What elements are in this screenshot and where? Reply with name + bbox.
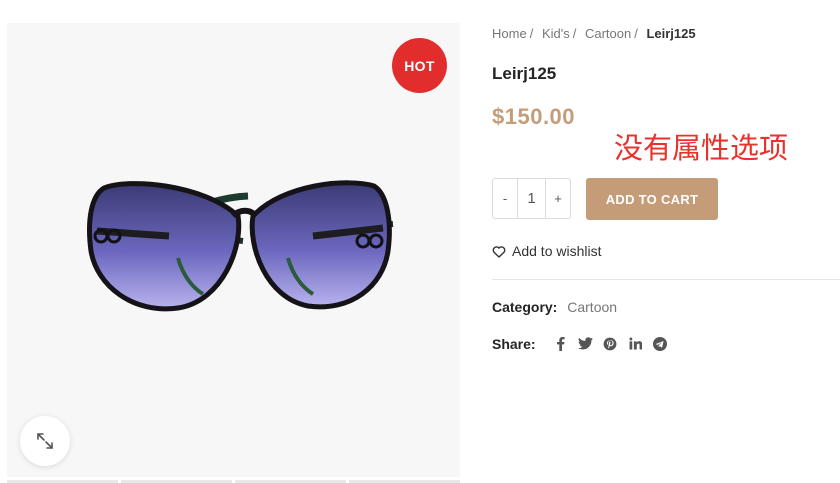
expand-icon — [37, 433, 53, 449]
share-label: Share: — [492, 335, 536, 352]
breadcrumb-separator: / — [634, 26, 638, 41]
share-row: Share: — [492, 335, 673, 352]
breadcrumb-separator: / — [572, 26, 577, 41]
product-price: $150.00 — [492, 104, 576, 129]
hot-badge: HOT — [392, 38, 447, 93]
quantity-increase-button[interactable]: + — [546, 179, 570, 218]
facebook-icon[interactable] — [548, 335, 573, 352]
divider — [492, 279, 840, 280]
product-summary: Home / Kid's / Cartoon / Leirj125 Leirj125 … — [492, 0, 840, 483]
twitter-icon[interactable] — [573, 335, 598, 352]
breadcrumb-cartoon[interactable]: Cartoon — [585, 26, 631, 41]
product-gallery: HOT — [7, 23, 460, 477]
product-image — [87, 180, 394, 312]
wishlist-label: Add to wishlist — [512, 243, 602, 259]
annotation-text: 没有属性选项 — [614, 131, 789, 165]
product-category: Category: Cartoon — [492, 299, 617, 315]
zoom-button[interactable] — [20, 416, 70, 466]
category-link[interactable]: Cartoon — [567, 299, 617, 315]
quantity-input[interactable]: 1 — [517, 179, 546, 218]
breadcrumb-kids[interactable]: Kid's — [542, 26, 570, 41]
telegram-icon[interactable] — [648, 335, 673, 352]
quantity-stepper: - 1 + — [492, 178, 571, 219]
add-to-cart-button[interactable]: ADD TO CART — [586, 178, 718, 220]
breadcrumb-current: Leirj125 — [646, 26, 696, 41]
linkedin-icon[interactable] — [623, 335, 648, 352]
heart-icon — [492, 245, 506, 258]
product-title: Leirj125 — [492, 64, 557, 83]
add-to-wishlist-link[interactable]: Add to wishlist — [492, 243, 601, 259]
breadcrumb-separator: / — [529, 26, 534, 41]
breadcrumb: Home / Kid's / Cartoon / Leirj125 — [492, 26, 696, 41]
breadcrumb-home[interactable]: Home — [492, 26, 527, 41]
pinterest-icon[interactable] — [598, 335, 623, 352]
quantity-decrease-button[interactable]: - — [493, 179, 517, 218]
category-label: Category: — [492, 299, 558, 315]
